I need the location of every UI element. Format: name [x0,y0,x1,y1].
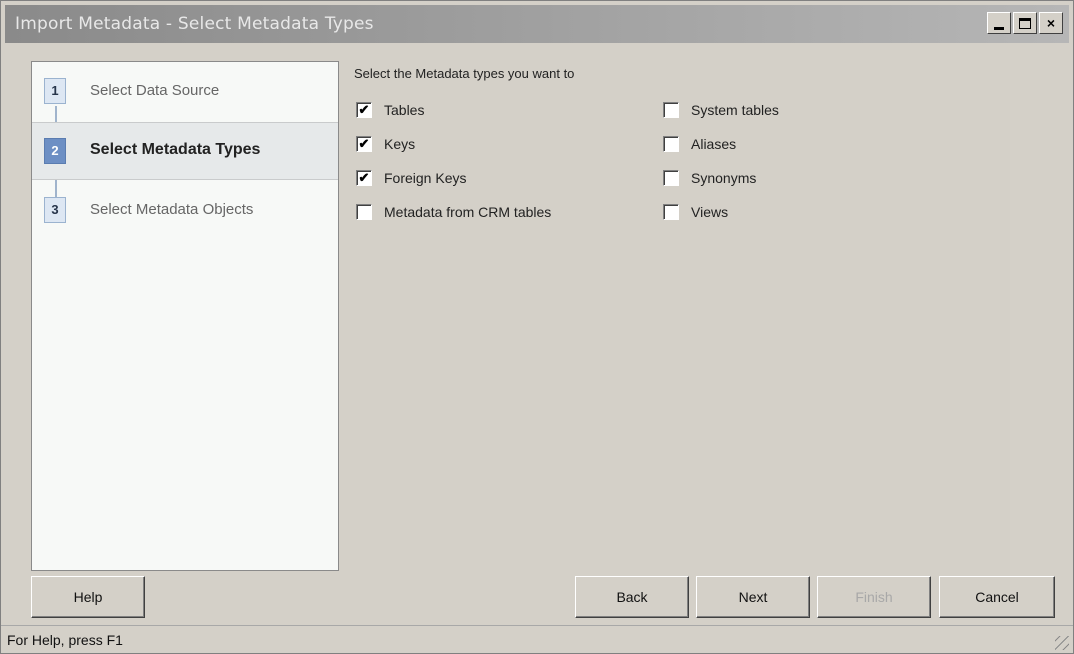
finish-button[interactable]: Finish [817,576,931,618]
step-label: Select Data Source [90,82,220,99]
back-button[interactable]: Back [575,576,689,618]
status-text: For Help, press F1 [7,632,123,648]
metadata-types-prompt: Select the Metadata types you want to [354,66,575,81]
wizard-steps-panel: 1 Select Data Source 2 Select Metadata T… [31,61,339,571]
step-number: 2 [44,138,66,164]
system-tables-checkbox[interactable]: System tables [663,102,779,118]
step-label: Select Metadata Objects [90,201,254,218]
checkbox-label: Views [691,204,729,220]
import-metadata-window: Import Metadata - Select Metadata Types … [0,0,1074,654]
check-mark-icon: ✔ [358,136,370,151]
views-checkbox[interactable]: Views [663,204,728,220]
resize-grip-icon[interactable] [1055,636,1069,650]
close-icon: × [1046,15,1056,31]
keys-checkbox[interactable]: ✔ Keys [356,136,415,152]
help-button[interactable]: Help [31,576,145,618]
tables-checkbox[interactable]: ✔ Tables [356,102,424,118]
status-bar: For Help, press F1 [1,625,1073,653]
maximize-icon [1019,17,1031,29]
checkbox-box [356,204,372,220]
synonyms-checkbox[interactable]: Synonyms [663,170,756,186]
step-select-metadata-types[interactable]: 2 Select Metadata Types [32,122,338,180]
foreign-keys-checkbox[interactable]: ✔ Foreign Keys [356,170,466,186]
checkbox-box [663,204,679,220]
checkbox-label: Tables [384,102,425,118]
checkbox-box [663,102,679,118]
window-title: Import Metadata - Select Metadata Types [15,14,374,34]
close-button[interactable]: × [1039,12,1063,34]
maximize-button[interactable] [1013,12,1037,34]
cancel-button[interactable]: Cancel [939,576,1055,618]
checkbox-label: Aliases [691,136,737,152]
checkbox-label: Foreign Keys [384,170,467,186]
checkbox-label: Synonyms [691,170,757,186]
aliases-checkbox[interactable]: Aliases [663,136,736,152]
check-mark-icon: ✔ [358,102,370,117]
step-select-metadata-objects[interactable]: 3 Select Metadata Objects [32,182,338,240]
step-number: 3 [44,197,66,223]
checkbox-box: ✔ [356,136,372,152]
minimize-button[interactable] [987,12,1011,34]
checkbox-label: System tables [691,102,779,118]
checkbox-box: ✔ [356,170,372,186]
checkbox-box [663,136,679,152]
step-select-data-source[interactable]: 1 Select Data Source [32,62,338,120]
title-bar[interactable]: Import Metadata - Select Metadata Types … [5,5,1069,43]
step-number: 1 [44,78,66,104]
step-label: Select Metadata Types [90,141,261,158]
check-mark-icon: ✔ [358,170,370,185]
checkbox-box: ✔ [356,102,372,118]
minimize-icon [994,26,1004,30]
metadata-from-crm-tables-checkbox[interactable]: Metadata from CRM tables [356,204,551,220]
checkbox-box [663,170,679,186]
checkbox-label: Metadata from CRM tables [384,204,552,220]
window-controls: × [987,12,1063,34]
checkbox-label: Keys [384,136,416,152]
next-button[interactable]: Next [696,576,810,618]
